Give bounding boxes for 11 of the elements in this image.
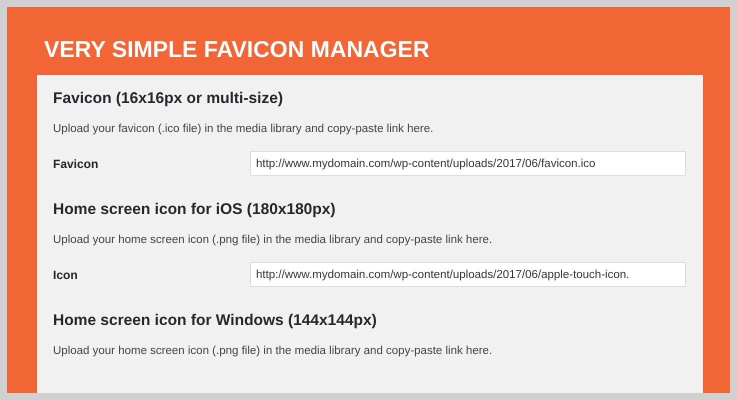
section-description: Upload your home screen icon (.png file) in the media library and copy-paste link here. — [53, 233, 492, 248]
section-description: Upload your home screen icon (.png file) in the media library and copy-paste link here. — [53, 344, 492, 359]
section-heading: Home screen icon for iOS (180x180px) — [53, 200, 336, 220]
url-input-field[interactable]: http://www.mydomain.com/wp-content/uploads/2017/06/apple-touch-icon. — [250, 262, 686, 287]
section-description: Upload your favicon (.ico file) in the media library and copy-paste link here. — [53, 122, 434, 137]
field-label: Icon — [53, 266, 79, 284]
url-input-field[interactable]: http://www.mydomain.com/wp-content/uploads/2017/06/favicon.ico — [250, 151, 686, 176]
field-label: Favicon — [53, 156, 100, 172]
banner-title: VERY SIMPLE FAVICON MANAGER — [44, 35, 430, 63]
section-heading: Favicon (16x16px or multi-size) — [53, 89, 283, 109]
section-heading: Home screen icon for Windows (144x144px) — [53, 311, 377, 331]
